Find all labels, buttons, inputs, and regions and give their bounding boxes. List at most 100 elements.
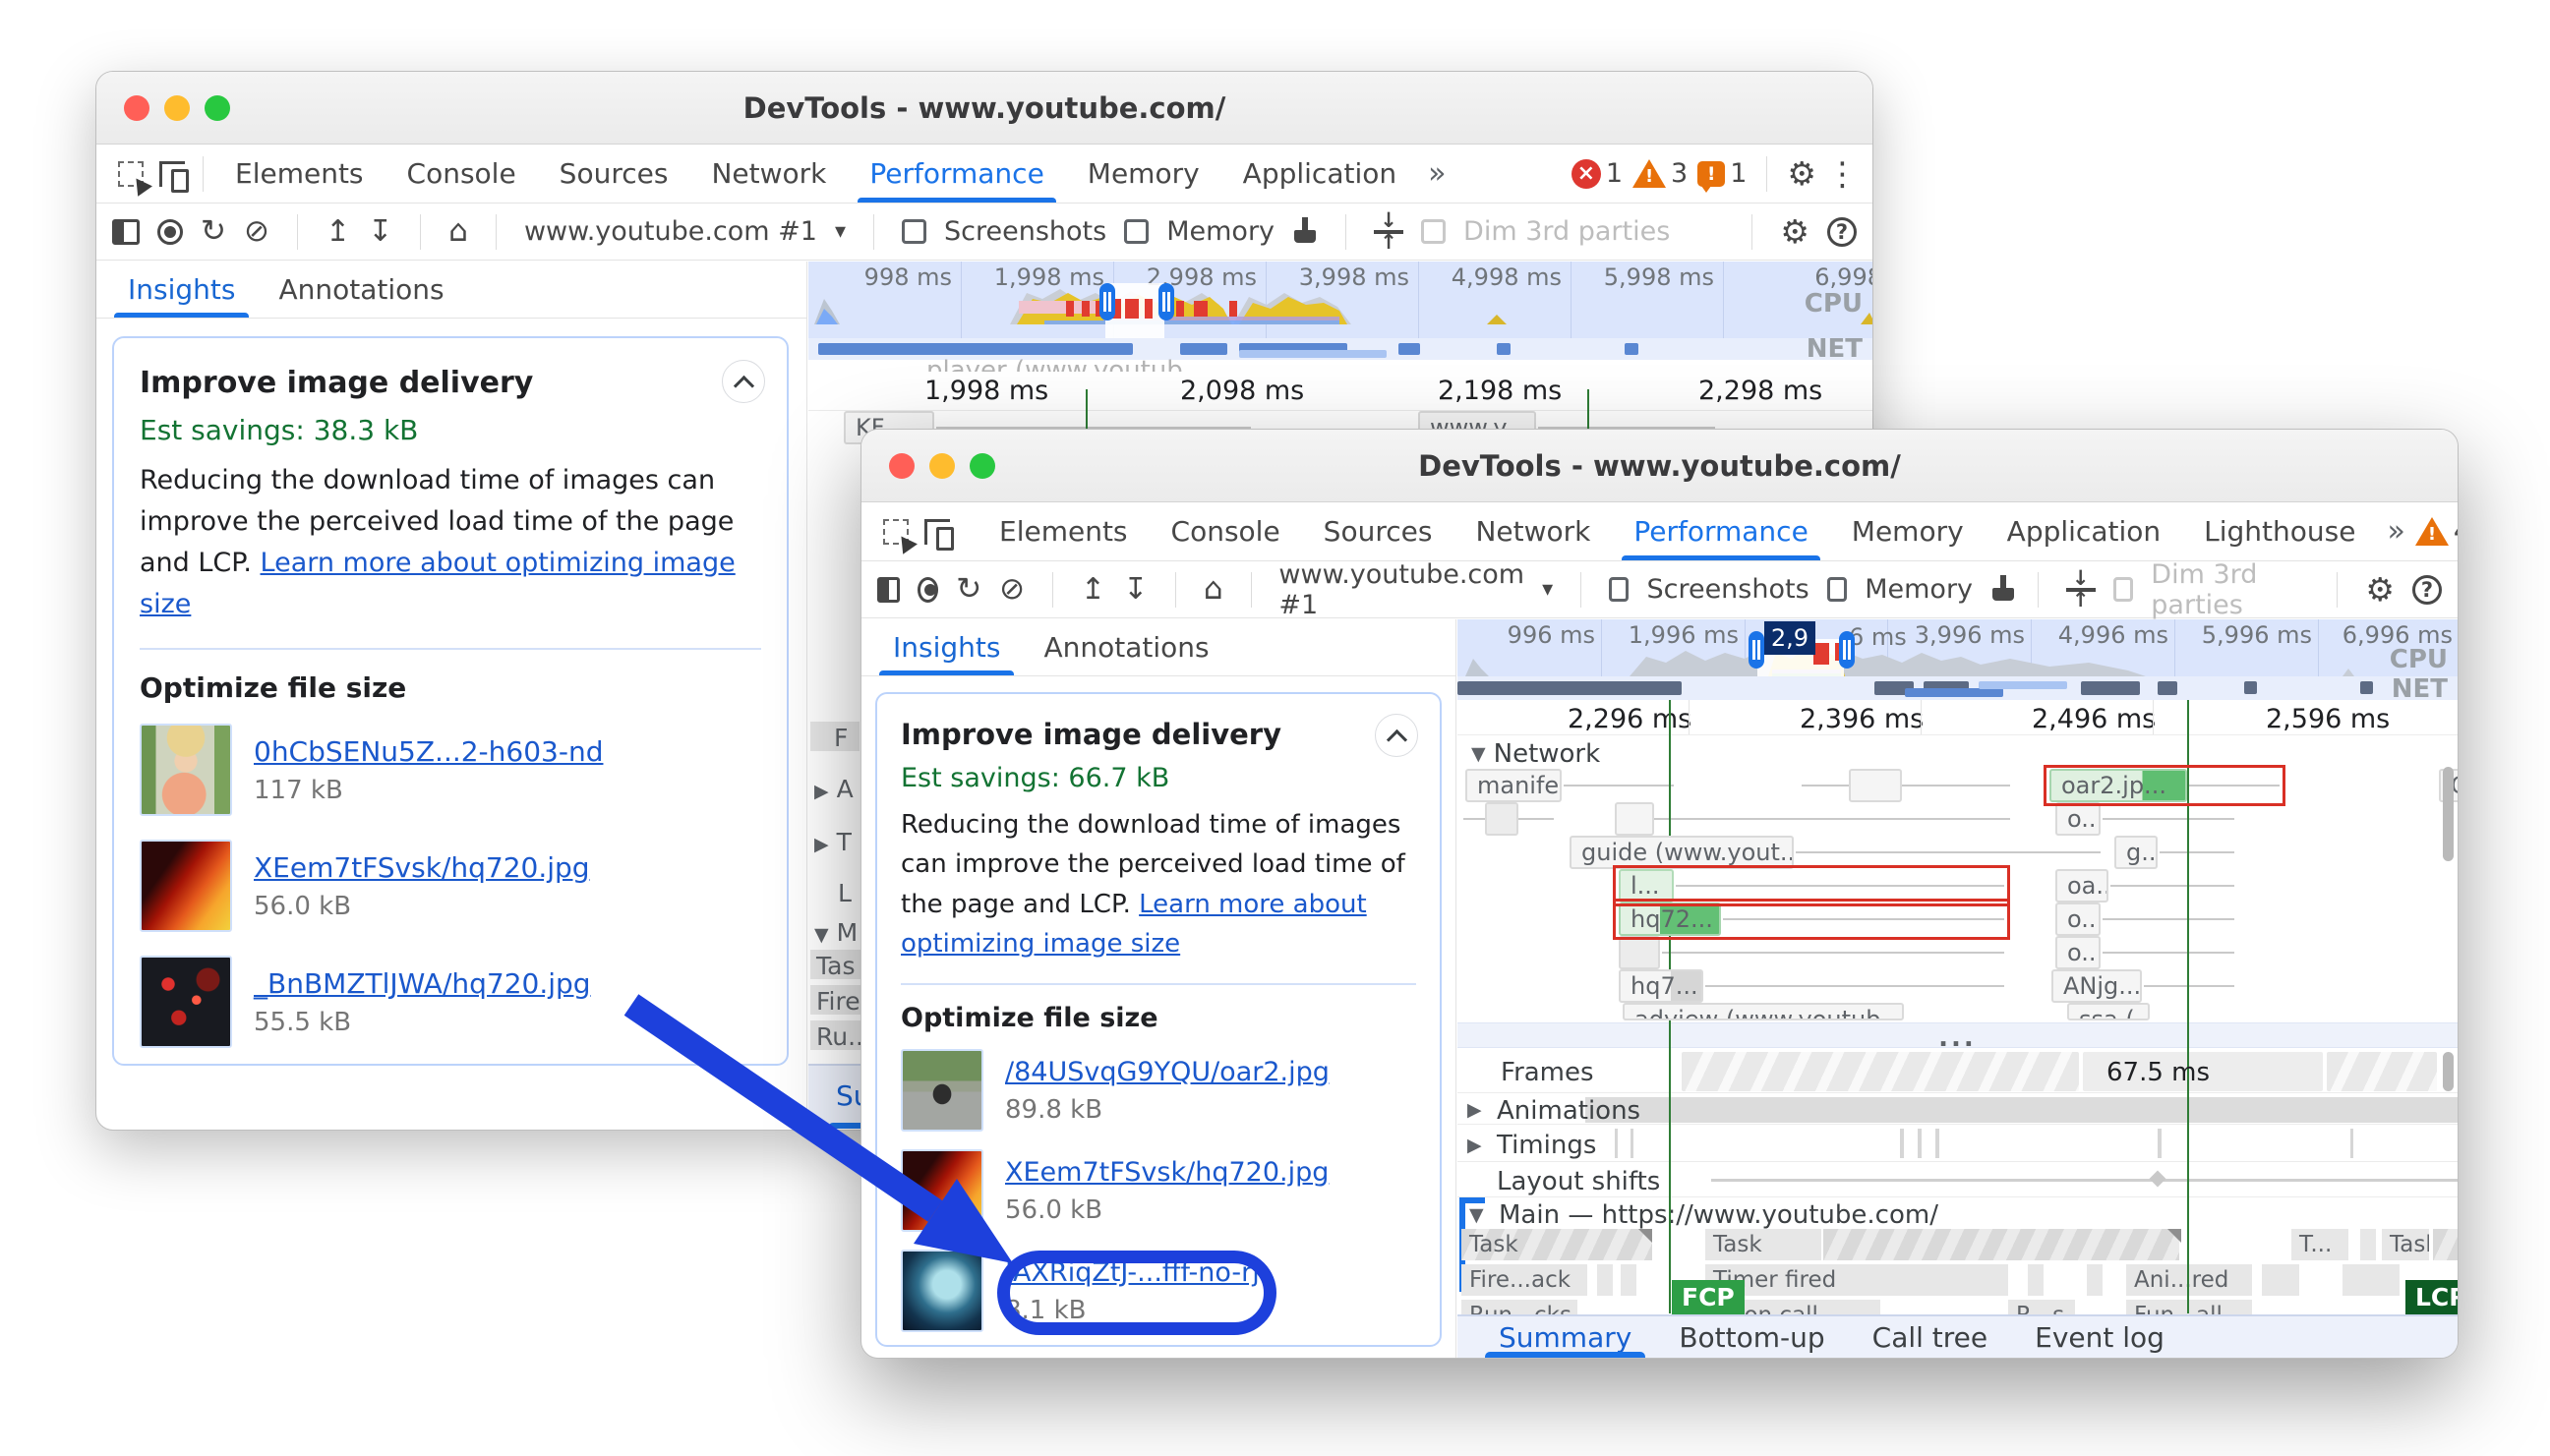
task-block[interactable]: Fire...ack xyxy=(1461,1264,1589,1296)
clear-icon[interactable]: ⊘ xyxy=(244,216,269,247)
reload-and-record-icon[interactable]: ↻ xyxy=(201,216,226,247)
tri-right-icon[interactable]: ▶ xyxy=(1467,1135,1482,1156)
network-request-chip[interactable]: g... xyxy=(2114,836,2158,869)
timings-track[interactable]: ▶ Timings xyxy=(1457,1127,2458,1162)
network-request-chip[interactable]: o... xyxy=(2055,936,2101,969)
network-request-chip[interactable]: o... xyxy=(2055,903,2101,936)
network-request-chip[interactable] xyxy=(1615,802,1654,836)
frames-track[interactable]: Frames 67.5 ms xyxy=(1457,1050,2458,1093)
tab-elements[interactable]: Elements xyxy=(213,145,385,203)
profile-selector[interactable]: www.youtube.com #1 xyxy=(524,216,817,247)
task-block[interactable] xyxy=(2433,1229,2458,1260)
load-profile-icon[interactable]: ↥ xyxy=(1081,572,1105,607)
home-icon[interactable]: ⌂ xyxy=(1204,574,1223,605)
collapse-insight-button[interactable] xyxy=(722,360,765,403)
tab-memory[interactable]: Memory xyxy=(1830,502,1986,560)
network-request-chip[interactable]: ANjg... xyxy=(2051,969,2142,1003)
inspect-element-icon[interactable] xyxy=(883,519,909,545)
load-profile-icon[interactable]: ↥ xyxy=(326,214,350,249)
tri-right-icon[interactable]: ▶ xyxy=(814,781,829,802)
main-track-header[interactable]: ▼ Main — https://www.youtube.com/ xyxy=(1457,1199,2458,1227)
tab-performance[interactable]: Performance xyxy=(848,145,1065,203)
task-block[interactable] xyxy=(2087,1264,2105,1296)
tab-annotations[interactable]: Annotations xyxy=(1022,619,1230,675)
network-request-chip[interactable]: hq7... xyxy=(1619,969,1703,1003)
task-block[interactable]: Task xyxy=(2382,1229,2431,1260)
tri-down-icon[interactable]: ▼ xyxy=(814,924,829,946)
tab-memory[interactable]: Memory xyxy=(1066,145,1221,203)
timeline-minimap[interactable]: 996 ms 1,996 ms 3,996 ms 4,996 ms 5,996 … xyxy=(1457,619,2458,676)
titlebar[interactable]: DevTools - www.youtube.com/ xyxy=(861,430,2458,502)
network-request-chip[interactable] xyxy=(1619,936,1660,969)
inspect-element-icon[interactable] xyxy=(118,161,144,187)
tri-right-icon[interactable]: ▶ xyxy=(814,834,829,855)
tab-lighthouse[interactable]: Lighthouse xyxy=(2182,502,2377,560)
tab-sources[interactable]: Sources xyxy=(1302,502,1454,560)
toggle-sidebar-icon[interactable] xyxy=(112,219,140,245)
tab-performance[interactable]: Performance xyxy=(1612,502,1829,560)
network-request-chip[interactable]: o... xyxy=(2055,802,2101,836)
capture-settings-gear-icon[interactable]: ⚙ xyxy=(1780,215,1809,248)
network-overflow-row[interactable]: ... xyxy=(1457,1022,2458,1048)
tri-down-icon[interactable]: ▼ xyxy=(1469,1204,1484,1226)
capture-settings-gear-icon[interactable]: ⚙ xyxy=(2365,573,2395,606)
profile-selector[interactable]: www.youtube.com #1 xyxy=(1278,559,1524,620)
device-toolbar-icon[interactable] xyxy=(924,519,950,545)
network-request-chip[interactable]: oa... xyxy=(2055,869,2108,903)
network-request-chip[interactable] xyxy=(1485,802,1518,836)
tri-right-icon[interactable]: ▶ xyxy=(1467,1099,1482,1121)
tab-console[interactable]: Console xyxy=(385,145,538,203)
memory-checkbox[interactable] xyxy=(1124,219,1149,244)
file-link[interactable]: 0hCbSENu5Z...2-h603-nd xyxy=(254,735,603,768)
more-tabs-icon[interactable]: » xyxy=(1418,156,1455,191)
network-request-chip[interactable]: adview (www.youtub xyxy=(1623,1003,1904,1020)
screenshots-checkbox[interactable] xyxy=(902,219,926,244)
task-block[interactable] xyxy=(2360,1229,2378,1260)
task-block[interactable]: Timer fired xyxy=(1705,1264,2010,1296)
tab-network[interactable]: Network xyxy=(689,145,848,203)
tab-summary[interactable]: Summary xyxy=(1475,1316,1655,1358)
selection-handle-right[interactable] xyxy=(1158,283,1174,320)
tab-elements[interactable]: Elements xyxy=(978,502,1150,560)
warning-badge[interactable]: ! 4 xyxy=(2415,516,2459,547)
file-link[interactable]: XEem7tFSvsk/hq720.jpg xyxy=(254,851,590,884)
record-button[interactable] xyxy=(918,577,938,603)
file-link[interactable]: IAXRiqZtJ-...fff-no-rj xyxy=(1005,1257,1260,1288)
help-icon[interactable]: ? xyxy=(2412,575,2442,605)
layout-shifts-track[interactable]: Layout shifts xyxy=(1457,1164,2458,1197)
task-block[interactable]: Task xyxy=(1461,1229,1654,1260)
tab-insights[interactable]: Insights xyxy=(106,262,257,318)
garbage-collect-icon[interactable] xyxy=(1292,217,1318,247)
tab-console[interactable]: Console xyxy=(1150,502,1302,560)
issues-badge[interactable]: ! 1 xyxy=(1697,158,1747,189)
network-section-header[interactable]: ▼ Network xyxy=(1471,739,1600,769)
selection-handle-left[interactable] xyxy=(1099,283,1115,320)
task-block[interactable] xyxy=(1621,1264,1638,1296)
tab-application[interactable]: Application xyxy=(1221,145,1418,203)
screenshots-checkbox[interactable] xyxy=(1609,577,1630,602)
selection-handle-left[interactable] xyxy=(1749,631,1764,669)
task-block[interactable] xyxy=(1823,1229,2181,1260)
overflow-menu-icon[interactable]: ⋮ xyxy=(1826,157,1859,190)
network-request-chip[interactable]: ssa ( xyxy=(2067,1003,2150,1020)
task-block[interactable]: T... xyxy=(2291,1229,2350,1260)
task-block[interactable] xyxy=(2342,1264,2402,1296)
garbage-collect-icon[interactable] xyxy=(1990,575,2010,605)
save-profile-icon[interactable]: ↧ xyxy=(368,214,392,249)
task-block[interactable] xyxy=(2028,1264,2046,1296)
device-toolbar-icon[interactable] xyxy=(159,161,185,187)
shortcuts-dialog-icon[interactable]: ↓↑ xyxy=(1374,214,1403,248)
network-request-chip[interactable]: manife... xyxy=(1465,769,1562,802)
task-block[interactable] xyxy=(2262,1264,2301,1296)
tab-bottom-up[interactable]: Bottom-up xyxy=(1655,1316,1848,1358)
task-block[interactable] xyxy=(1597,1264,1615,1296)
reload-and-record-icon[interactable]: ↻ xyxy=(956,574,981,605)
toggle-sidebar-icon[interactable] xyxy=(877,577,900,603)
network-request-chip[interactable]: guide (www.yout... xyxy=(1570,836,1794,869)
profile-dropdown-icon[interactable]: ▾ xyxy=(835,219,846,244)
profile-dropdown-icon[interactable]: ▾ xyxy=(1542,577,1553,602)
task-block[interactable]: Ani...red xyxy=(2126,1264,2254,1296)
memory-checkbox[interactable] xyxy=(1827,577,1848,602)
file-link[interactable]: /84USvqG9YQU/oar2.jpg xyxy=(1005,1057,1330,1087)
collapse-insight-button[interactable] xyxy=(1375,714,1418,757)
